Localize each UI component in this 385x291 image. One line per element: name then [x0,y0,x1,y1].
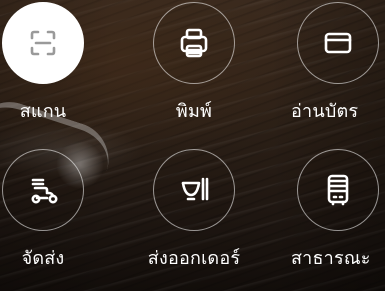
order-out-button[interactable] [153,149,235,231]
bowl-icon [171,167,217,213]
print-button[interactable] [153,2,235,84]
printer-icon [174,23,214,63]
read-card-button[interactable] [297,2,379,84]
menu-item-delivery[interactable]: จัดส่ง [0,139,98,279]
menu-item-label: สาธารณะ [291,248,371,269]
scooter-icon [21,168,65,212]
menu-item-label: จัดส่ง [21,248,65,269]
menu-item-read-card[interactable]: อ่านบัตร [283,0,385,132]
public-button[interactable] [297,149,379,231]
menu-item-label: พิมพ์ [175,101,213,122]
bus-icon [315,167,361,213]
menu-item-label: ส่งออกเดอร์ [147,248,241,269]
menu-item-scan[interactable]: สแกน [0,0,98,132]
menu-item-order-out[interactable]: ส่งออกเดอร์ [139,139,249,279]
scan-icon [24,24,62,62]
delivery-button[interactable] [2,149,84,231]
menu-item-print[interactable]: พิมพ์ [139,0,249,132]
menu-item-label: อ่านบัตร [291,101,359,122]
menu-item-public[interactable]: สาธารณะ [283,139,385,279]
scan-button[interactable] [2,2,84,84]
card-icon [317,22,359,64]
menu-item-label: สแกน [19,101,67,122]
